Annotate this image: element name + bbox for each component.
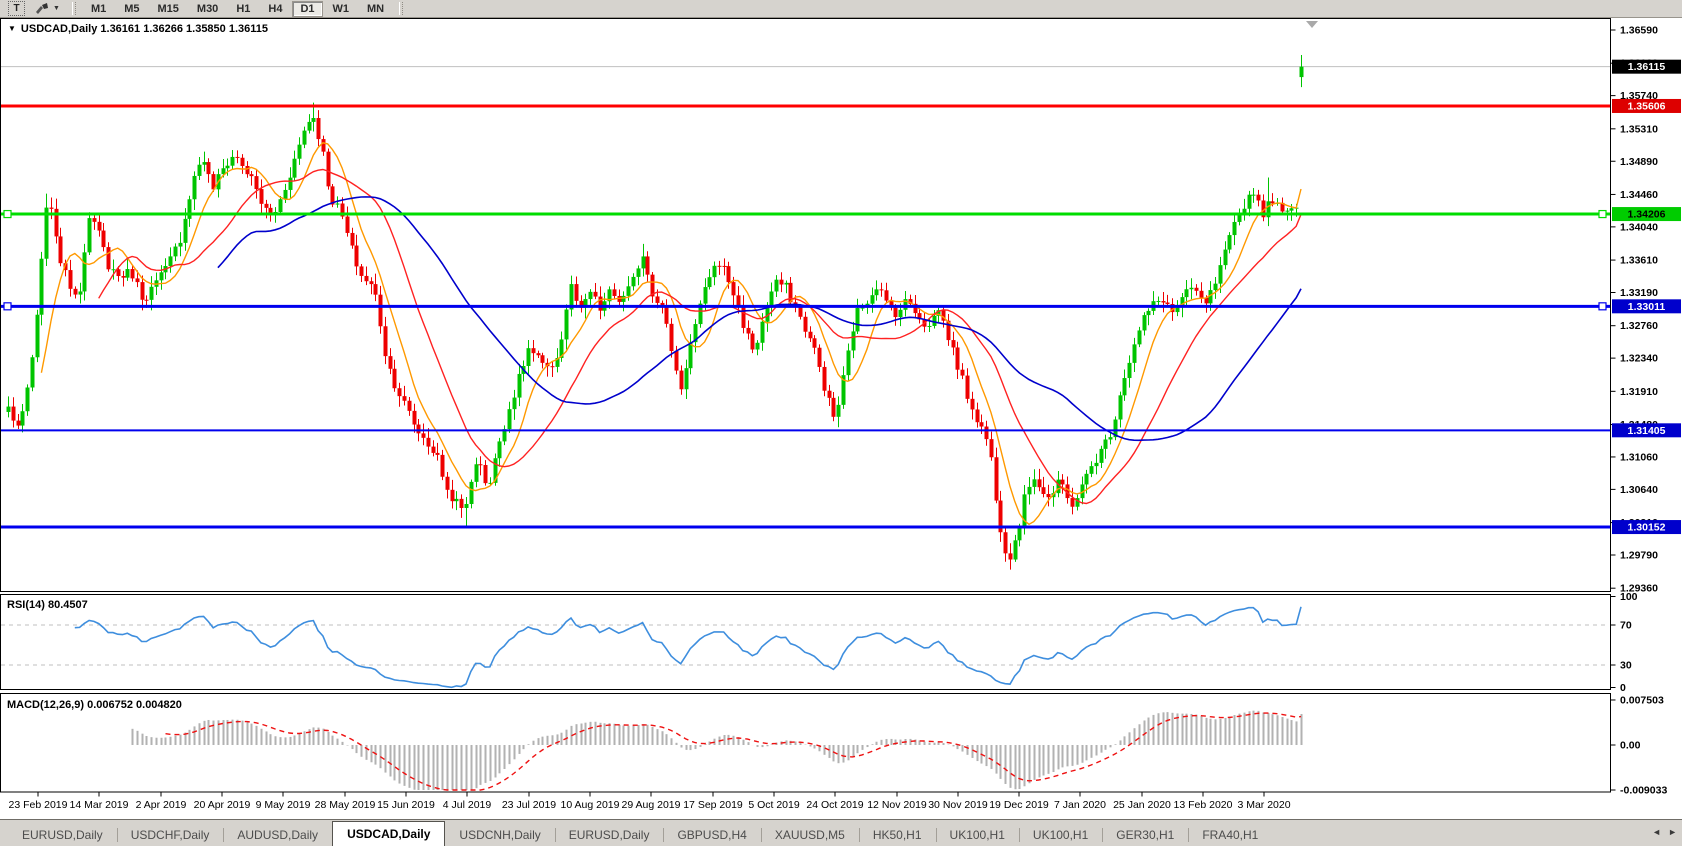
macd-indicator-label: MACD(12,26,9) 0.006752 0.004820 (7, 699, 182, 711)
chart-tab-6-gbpusd-h4[interactable]: GBPUSD,H4 (663, 825, 760, 846)
svg-text:14 Mar 2019: 14 Mar 2019 (70, 799, 129, 811)
svg-text:0.00: 0.00 (1620, 740, 1641, 752)
svg-text:12 Nov 2019: 12 Nov 2019 (867, 799, 927, 811)
arrows-tool-icon (34, 2, 50, 16)
timeframe-button-m15[interactable]: M15 (150, 1, 187, 17)
svg-text:20 Apr 2019: 20 Apr 2019 (194, 799, 251, 811)
timeframe-button-m1[interactable]: M1 (83, 1, 114, 17)
svg-text:29 Aug 2019: 29 Aug 2019 (622, 799, 681, 811)
timeframe-button-d1[interactable]: D1 (292, 1, 322, 17)
timeframe-button-m5[interactable]: M5 (116, 1, 147, 17)
svg-text:17 Sep 2019: 17 Sep 2019 (683, 799, 743, 811)
chart-menu-arrow-icon: ▼ (8, 24, 16, 33)
text-tool-icon: T (8, 1, 25, 16)
svg-text:1.30640: 1.30640 (1620, 484, 1658, 496)
chart-tab-8-hk50-h1[interactable]: HK50,H1 (859, 825, 936, 846)
svg-text:1.34206: 1.34206 (1628, 209, 1666, 221)
chart-tab-10-uk100-h1[interactable]: UK100,H1 (1019, 825, 1102, 846)
svg-text:13 Feb 2020: 13 Feb 2020 (1174, 799, 1233, 811)
svg-text:3 Mar 2020: 3 Mar 2020 (1237, 799, 1290, 811)
svg-text:1.31060: 1.31060 (1620, 451, 1658, 463)
toolbar-grip-end (399, 2, 403, 15)
trading-terminal: T ▼ M1M5M15M30H1H4D1W1MN 1.365901.361601… (0, 0, 1682, 846)
svg-text:1.34890: 1.34890 (1620, 156, 1658, 168)
chart-tab-1-usdchf-daily[interactable]: USDCHF,Daily (117, 825, 224, 846)
svg-text:1.32340: 1.32340 (1620, 353, 1658, 365)
svg-text:1.34460: 1.34460 (1620, 189, 1658, 201)
svg-text:1.33011: 1.33011 (1628, 301, 1666, 313)
svg-text:1.29790: 1.29790 (1620, 550, 1658, 562)
chart-tab-11-ger30-h1[interactable]: GER30,H1 (1102, 825, 1188, 846)
arrows-tool-button[interactable]: ▼ (31, 1, 63, 17)
svg-text:28 May 2019: 28 May 2019 (315, 799, 376, 811)
svg-text:9 May 2019: 9 May 2019 (256, 799, 311, 811)
timeframe-button-w1[interactable]: W1 (325, 1, 358, 17)
svg-text:1.31910: 1.31910 (1620, 386, 1658, 398)
svg-text:1.36590: 1.36590 (1620, 25, 1658, 37)
svg-text:23 Feb 2019: 23 Feb 2019 (9, 799, 68, 811)
tab-scroll-left-icon[interactable]: ◄ (1652, 827, 1661, 837)
timeframe-button-h4[interactable]: H4 (260, 1, 290, 17)
svg-text:0: 0 (1620, 682, 1626, 694)
line-handle[interactable] (1599, 303, 1606, 310)
timeframe-button-m30[interactable]: M30 (189, 1, 226, 17)
symbol-tab-bar: EURUSD,DailyUSDCHF,DailyAUDUSD,DailyUSDC… (0, 819, 1682, 846)
line-handle[interactable] (1599, 211, 1606, 218)
chart-tab-7-xauusd-m5[interactable]: XAUUSD,M5 (761, 825, 859, 846)
svg-text:1.30152: 1.30152 (1628, 522, 1666, 534)
toolbar: T ▼ M1M5M15M30H1H4D1W1MN (0, 0, 1682, 18)
svg-text:24 Oct 2019: 24 Oct 2019 (806, 799, 863, 811)
svg-text:30: 30 (1620, 660, 1632, 672)
chart-tab-9-uk100-h1[interactable]: UK100,H1 (936, 825, 1019, 846)
svg-text:1.32760: 1.32760 (1620, 320, 1658, 332)
svg-text:100: 100 (1620, 591, 1638, 603)
svg-text:1.35310: 1.35310 (1620, 123, 1658, 135)
line-handle[interactable] (4, 303, 11, 310)
tab-scroll-arrows: ◄ ► (1652, 827, 1677, 837)
svg-text:70: 70 (1620, 620, 1632, 632)
svg-text:1.31405: 1.31405 (1628, 425, 1666, 437)
svg-text:19 Dec 2019: 19 Dec 2019 (989, 799, 1049, 811)
line-handle[interactable] (4, 211, 11, 218)
chart-area[interactable]: 1.365901.361601.357401.353101.348901.344… (0, 0, 1682, 819)
chart-tab-4-usdcnh-daily[interactable]: USDCNH,Daily (445, 825, 554, 846)
svg-text:15 Jun 2019: 15 Jun 2019 (377, 799, 435, 811)
tab-scroll-right-icon[interactable]: ► (1668, 827, 1677, 837)
toolbar-grip (72, 2, 76, 15)
svg-text:5 Oct 2019: 5 Oct 2019 (748, 799, 800, 811)
chevron-down-icon: ▼ (53, 5, 60, 12)
timeframe-button-h1[interactable]: H1 (228, 1, 258, 17)
svg-text:-0.009033: -0.009033 (1620, 785, 1667, 797)
chart-tab-3-usdcad-daily[interactable]: USDCAD,Daily (332, 821, 445, 846)
chart-title-symbol: USDCAD,Daily (21, 23, 97, 35)
chart-tab-0-eurusd-daily[interactable]: EURUSD,Daily (8, 825, 117, 846)
rsi-indicator-label: RSI(14) 80.4507 (7, 599, 88, 611)
svg-text:25 Jan 2020: 25 Jan 2020 (1113, 799, 1171, 811)
svg-text:1.33610: 1.33610 (1620, 255, 1658, 267)
svg-text:1.33190: 1.33190 (1620, 287, 1658, 299)
chart-title-ohlc: 1.36161 1.36266 1.35850 1.36115 (100, 23, 268, 35)
timeframe-button-group: M1M5M15M30H1H4D1W1MN (82, 1, 393, 17)
svg-text:1.35606: 1.35606 (1628, 100, 1666, 112)
svg-text:4 Jul 2019: 4 Jul 2019 (443, 799, 492, 811)
chart-tab-5-eurusd-daily[interactable]: EURUSD,Daily (555, 825, 664, 846)
chart-title: ▼ USDCAD,Daily 1.36161 1.36266 1.35850 1.… (8, 23, 268, 35)
rsi-panel[interactable] (1, 595, 1611, 690)
svg-text:1.36115: 1.36115 (1628, 61, 1666, 73)
svg-text:30 Nov 2019: 30 Nov 2019 (928, 799, 988, 811)
svg-text:7 Jan 2020: 7 Jan 2020 (1054, 799, 1106, 811)
svg-text:1.34040: 1.34040 (1620, 221, 1658, 233)
svg-text:0.007503: 0.007503 (1620, 694, 1664, 706)
timeframe-button-mn[interactable]: MN (359, 1, 392, 17)
svg-text:10 Aug 2019: 10 Aug 2019 (561, 799, 620, 811)
svg-text:2 Apr 2019: 2 Apr 2019 (136, 799, 187, 811)
chart-tab-12-fra40-h1[interactable]: FRA40,H1 (1188, 825, 1272, 846)
text-tool-button[interactable]: T (5, 1, 28, 17)
svg-text:23 Jul 2019: 23 Jul 2019 (502, 799, 556, 811)
chart-tab-2-audusd-daily[interactable]: AUDUSD,Daily (223, 825, 332, 846)
